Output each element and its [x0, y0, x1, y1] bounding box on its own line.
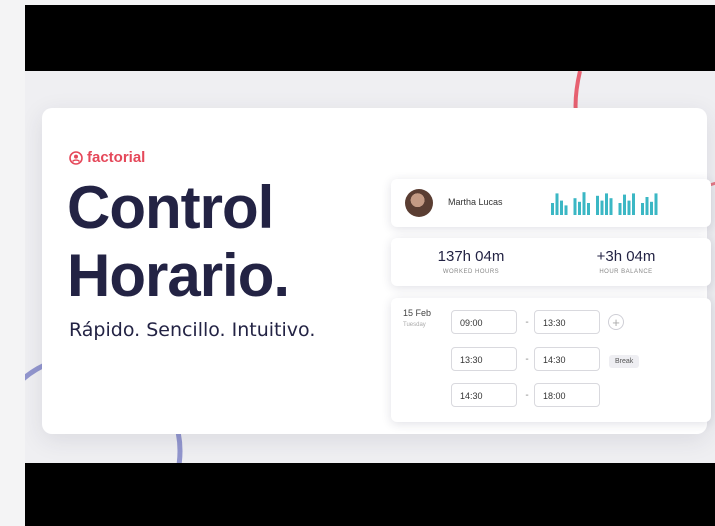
time-separator: - [525, 354, 529, 365]
worked-hours-value: 137h 04m [437, 248, 505, 265]
promo-scene: factorial Control Horario. Rápido. Senci… [25, 71, 715, 463]
activity-bar [596, 195, 599, 215]
activity-bar [627, 200, 631, 215]
activity-bar [600, 200, 604, 215]
activity-bar [555, 193, 559, 215]
hour-balance-value: +3h 04m [596, 248, 656, 265]
activity-bar [654, 193, 658, 215]
time-entries-panel: 15 Feb Tuesday 09:00 - 13:30 + 13:30 - 1… [391, 298, 711, 422]
activity-bar [573, 198, 577, 215]
add-entry-button[interactable]: + [608, 314, 624, 330]
activity-bar [650, 201, 653, 215]
activity-bar [578, 201, 581, 215]
break-badge: Break [609, 355, 640, 368]
time-separator: - [525, 390, 529, 401]
entry-date: 15 Feb [403, 308, 432, 318]
activity-bar [641, 203, 644, 215]
hours-panel: 137h 04m WORKED HOURS +3h 04m HOUR BALAN… [391, 238, 711, 286]
activity-bar [564, 205, 568, 215]
brand-name: factorial [87, 149, 146, 166]
activity-bar [623, 194, 626, 215]
activity-bar [587, 203, 590, 215]
end-time-input-2[interactable]: 14:30 [534, 347, 600, 371]
promo-card: factorial Control Horario. Rápido. Senci… [42, 108, 711, 434]
activity-bar [632, 193, 635, 215]
hour-balance-stat: +3h 04m HOUR BALANCE [566, 248, 686, 275]
activity-bar [551, 203, 554, 215]
activity-bars [551, 192, 658, 215]
user-panel: Martha Lucas [391, 179, 711, 227]
entry-day: Tuesday [403, 322, 426, 328]
hour-balance-label: HOUR BALANCE [599, 269, 653, 275]
activity-bar [609, 198, 613, 215]
activity-bar [645, 197, 649, 215]
worked-hours-stat: 137h 04m WORKED HOURS [411, 248, 531, 275]
factorial-logo-icon [69, 150, 83, 165]
end-time-input-3[interactable]: 18:00 [534, 383, 600, 407]
worked-hours-label: WORKED HOURS [442, 269, 500, 275]
end-time-input-1[interactable]: 13:30 [534, 310, 600, 334]
time-separator: - [525, 317, 529, 328]
user-name: Martha Lucas [448, 197, 503, 207]
activity-bar [560, 200, 563, 215]
tagline: Rápido. Sencillo. Intuitivo. [69, 319, 316, 341]
activity-bar [605, 193, 608, 215]
avatar [405, 189, 433, 217]
video-frame: factorial Control Horario. Rápido. Senci… [25, 5, 715, 526]
activity-bar [618, 203, 622, 215]
start-time-input-2[interactable]: 13:30 [451, 347, 517, 371]
headline-line-1: Control [67, 174, 274, 241]
start-time-input-3[interactable]: 14:30 [451, 383, 517, 407]
headline-line-2: Horario. [67, 242, 290, 309]
start-time-input-1[interactable]: 09:00 [451, 310, 517, 334]
activity-bar [582, 192, 586, 215]
factorial-logo: factorial [69, 149, 145, 166]
